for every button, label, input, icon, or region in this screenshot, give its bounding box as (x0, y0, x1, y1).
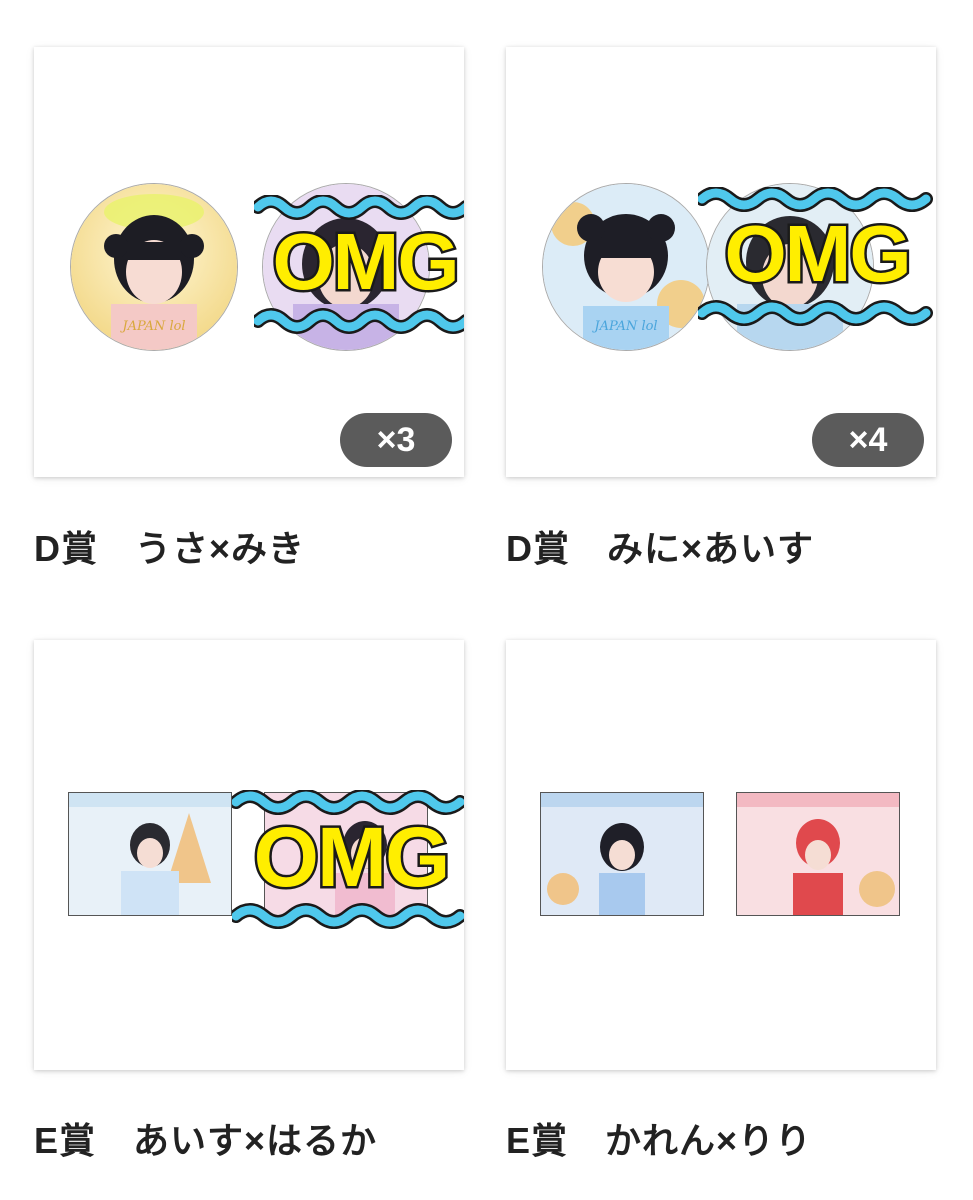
omg-sticker: OMG (251, 194, 464, 340)
photo-image-riri (736, 792, 900, 916)
photo-image-karen (540, 792, 704, 916)
omg-sticker: OMG (695, 186, 936, 332)
product-card-d-mini-aisu[interactable]: JAPAN lol OMG ×4 (506, 47, 936, 477)
omg-sticker: OMG (229, 789, 464, 935)
omg-text: OMG (272, 217, 457, 306)
product-label: E賞 かれん×りり (506, 1120, 813, 1161)
product-label: D賞 うさ×みき (34, 528, 306, 569)
can-badge-image-mini: JAPAN lol (542, 183, 710, 351)
product-label: E賞 あいす×はるか (34, 1120, 378, 1161)
omg-text: OMG (724, 209, 909, 298)
svg-text:JAPAN lol: JAPAN lol (119, 319, 185, 334)
quantity-badge: ×3 (340, 413, 452, 467)
product-card-e-karen-riri[interactable] (506, 640, 936, 1070)
product-grid: JAPAN lol OMG ×3 D賞 うさ×みき JAPAN lol OMG … (0, 0, 973, 1200)
product-card-e-aisu-haruka[interactable]: OMG (34, 640, 464, 1070)
product-label: D賞 みに×あいす (506, 528, 815, 569)
omg-text: OMG (254, 810, 449, 904)
svg-text:JAPAN lol: JAPAN lol (591, 319, 657, 334)
quantity-badge: ×4 (812, 413, 924, 467)
can-badge-image-usa: JAPAN lol (70, 183, 238, 351)
product-card-d-usa-miki[interactable]: JAPAN lol OMG ×3 (34, 47, 464, 477)
photo-image-aisu (68, 792, 232, 916)
